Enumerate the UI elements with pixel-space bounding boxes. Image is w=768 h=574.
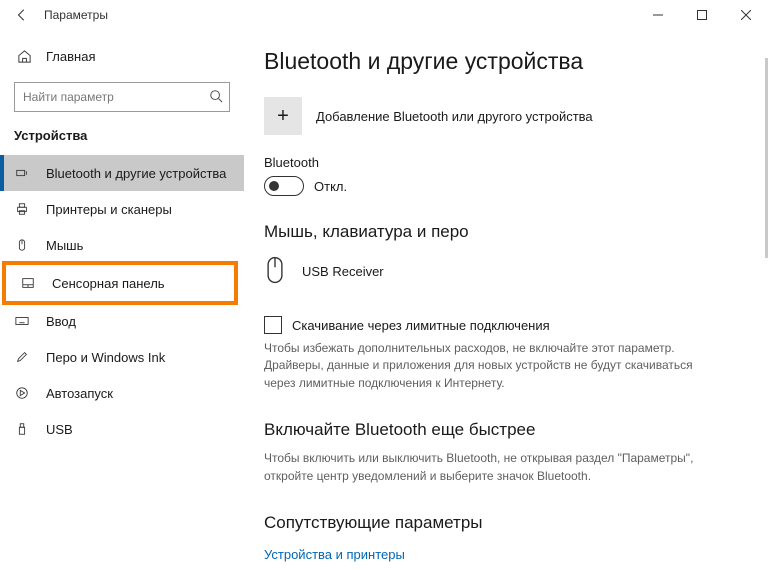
metered-hint-text: Чтобы избежать дополнительных расходов, … — [264, 340, 694, 392]
page-title: Bluetooth и другие устройства — [264, 48, 748, 75]
search-input[interactable] — [23, 90, 209, 104]
sidebar-home[interactable]: Главная — [0, 38, 244, 74]
metered-checkbox-label: Скачивание через лимитные подключения — [292, 318, 550, 333]
add-device-label: Добавление Bluetooth или другого устройс… — [316, 109, 593, 124]
minimize-button[interactable] — [636, 0, 680, 30]
maximize-icon — [697, 10, 707, 20]
sidebar-item-label: Перо и Windows Ink — [46, 350, 165, 365]
back-button[interactable] — [8, 1, 36, 29]
pen-icon — [14, 350, 30, 364]
search-input-container[interactable] — [14, 82, 230, 112]
sidebar-item-mouse[interactable]: Мышь — [0, 227, 244, 263]
minimize-icon — [653, 10, 663, 20]
faster-hint-text: Чтобы включить или выключить Bluetooth, … — [264, 450, 694, 485]
metered-download-checkbox[interactable]: Скачивание через лимитные подключения — [264, 316, 748, 334]
sidebar-item-label: Ввод — [46, 314, 76, 329]
maximize-button[interactable] — [680, 0, 724, 30]
printer-icon — [14, 202, 30, 216]
close-icon — [741, 10, 751, 20]
usb-icon — [14, 422, 30, 436]
window-title: Параметры — [44, 8, 108, 22]
titlebar: Параметры — [0, 0, 768, 30]
sidebar-section-title: Устройства — [0, 122, 244, 155]
sidebar-item-printers[interactable]: Принтеры и сканеры — [0, 191, 244, 227]
sidebar-item-pen[interactable]: Перо и Windows Ink — [0, 339, 244, 375]
sidebar-item-touchpad[interactable]: Сенсорная панель — [6, 265, 234, 301]
sidebar-item-label: USB — [46, 422, 73, 437]
sidebar-item-typing[interactable]: Ввод — [0, 303, 244, 339]
device-name: USB Receiver — [302, 264, 384, 279]
mouse-section-title: Мышь, клавиатура и перо — [264, 222, 748, 242]
mouse-device-icon — [264, 256, 288, 286]
sidebar-item-autoplay[interactable]: Автозапуск — [0, 375, 244, 411]
mouse-icon — [14, 238, 30, 252]
faster-section-title: Включайте Bluetooth еще быстрее — [264, 420, 748, 440]
search-icon — [209, 89, 223, 106]
highlight-annotation: Сенсорная панель — [2, 261, 238, 305]
content-area: Bluetooth и другие устройства + Добавлен… — [244, 30, 768, 574]
bluetooth-toggle-state: Откл. — [314, 179, 347, 194]
related-section-title: Сопутствующие параметры — [264, 513, 748, 533]
sidebar-item-label: Автозапуск — [46, 386, 113, 401]
sidebar-item-usb[interactable]: USB — [0, 411, 244, 447]
sidebar-item-label: Мышь — [46, 238, 83, 253]
sidebar-item-label: Сенсорная панель — [52, 276, 165, 291]
sidebar-item-bluetooth[interactable]: Bluetooth и другие устройства — [0, 155, 244, 191]
checkbox-icon — [264, 316, 282, 334]
sidebar: Главная Устройства Bluetooth и другие ус… — [0, 30, 244, 574]
devices-and-printers-link[interactable]: Устройства и принтеры — [264, 547, 405, 562]
plus-icon: + — [264, 97, 302, 135]
bluetooth-icon — [14, 166, 30, 180]
touchpad-icon — [20, 276, 36, 290]
sidebar-home-label: Главная — [46, 49, 95, 64]
close-button[interactable] — [724, 0, 768, 30]
sidebar-item-label: Принтеры и сканеры — [46, 202, 172, 217]
add-device-button[interactable]: + Добавление Bluetooth или другого устро… — [264, 97, 748, 135]
keyboard-icon — [14, 314, 30, 328]
sidebar-item-label: Bluetooth и другие устройства — [46, 166, 226, 181]
toggle-knob — [269, 181, 279, 191]
arrow-left-icon — [15, 8, 29, 22]
home-icon — [16, 49, 32, 64]
bluetooth-label: Bluetooth — [264, 155, 748, 170]
autoplay-icon — [14, 386, 30, 400]
device-item[interactable]: USB Receiver — [264, 252, 748, 316]
bluetooth-toggle[interactable] — [264, 176, 304, 196]
